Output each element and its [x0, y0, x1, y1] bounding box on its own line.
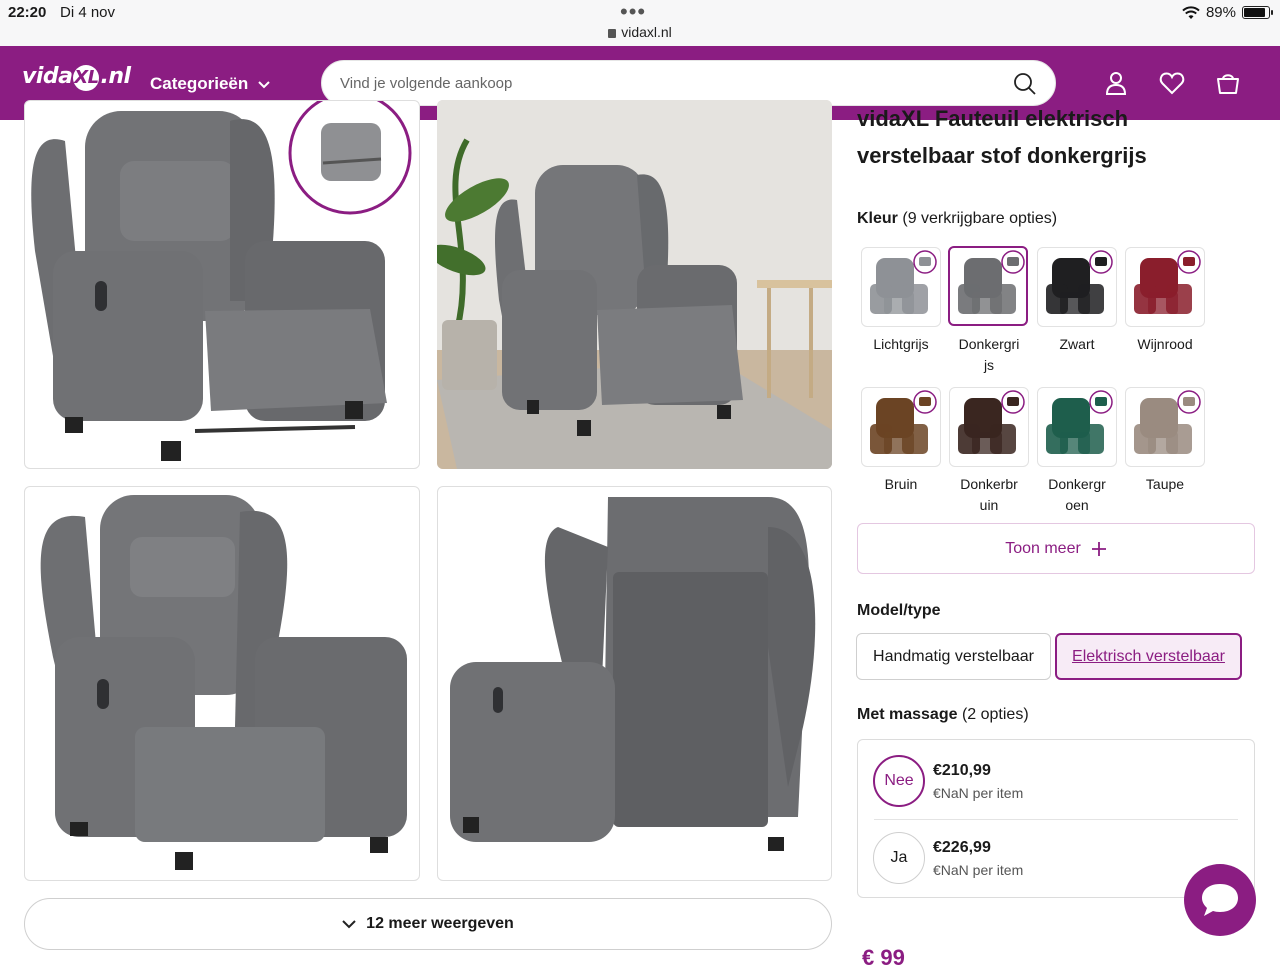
url-text: vidaxl.nl [621, 24, 672, 40]
chair-thumbnail [1134, 390, 1201, 454]
heart-icon[interactable] [1159, 70, 1185, 96]
account-icon[interactable] [1103, 70, 1129, 96]
chat-bubble-icon [1202, 884, 1238, 916]
chair-thumbnail [958, 390, 1025, 454]
product-title: vidaXL Fauteuil elektrisch verstelbaar s… [857, 100, 1257, 174]
status-right: 89% [1182, 4, 1273, 21]
price-nee: €210,99 [933, 762, 991, 779]
color-swatch[interactable] [1037, 247, 1117, 327]
chair-thumbnail [870, 390, 937, 454]
battery-percentage: 89% [1205, 4, 1236, 21]
divider [874, 819, 1238, 820]
categories-label: Categorieën [150, 74, 249, 93]
show-more-images-button[interactable]: 12 meer weergeven [24, 898, 832, 950]
categories-menu[interactable]: Categorieën [150, 74, 270, 94]
lock-icon [608, 29, 617, 38]
address-bar[interactable]: vidaxl.nl [0, 24, 1280, 40]
massage-label: Met massage (2 opties) [857, 706, 1029, 723]
chevron-down-icon [342, 920, 356, 929]
color-swatch[interactable] [1037, 387, 1117, 467]
massage-option-nee-circle[interactable]: Nee [873, 755, 925, 807]
color-swatch-label: Donkerbr uin [960, 476, 1018, 513]
price-peek: € 99 [862, 945, 905, 970]
wifi-icon [1182, 5, 1200, 19]
show-more-images-label: 12 meer weergeven [366, 915, 514, 932]
plus-icon [1091, 541, 1106, 556]
product-image-3[interactable] [24, 486, 420, 881]
model-label: Model/type [857, 602, 941, 619]
chair-thumbnail [1134, 250, 1201, 314]
status-date: Di 4 nov [60, 4, 116, 21]
search-icon[interactable] [1013, 72, 1037, 96]
show-more-colors-label: Toon meer [1005, 539, 1081, 557]
color-label: Kleur (9 verkrijgbare opties) [857, 210, 1058, 227]
color-swatch-label: Zwart [1059, 336, 1095, 352]
massage-option-ja-circle[interactable]: Ja [873, 832, 925, 884]
chair-thumbnail [1046, 390, 1113, 454]
status-time: 22:20 [8, 4, 47, 21]
product-image-1[interactable] [24, 100, 420, 469]
unit-price-ja: €NaN per item [933, 862, 1024, 878]
status-bar: 22:20 Di 4 nov ••• vidaxl.nl 89% [0, 0, 1280, 46]
color-swatch-label: Lichtgrijs [873, 336, 929, 352]
product-title-line2: verstelbaar stof donkergrijs [857, 143, 1147, 168]
price-ja: €226,99 [933, 839, 991, 856]
chair-thumbnail [958, 250, 1025, 314]
color-swatch-label: Wijnrood [1137, 336, 1193, 352]
chevron-down-icon [258, 81, 270, 89]
unit-price-nee: €NaN per item [933, 785, 1024, 801]
search-placeholder: Vind je volgende aankoop [340, 75, 513, 92]
color-swatch[interactable] [1125, 247, 1205, 327]
color-swatch-label: Donkergr oen [1048, 476, 1106, 513]
chair-thumbnail [1046, 250, 1113, 314]
product-image-4[interactable] [437, 486, 832, 881]
color-swatch-label: Taupe [1145, 476, 1185, 492]
chair-reclined-image [31, 101, 412, 461]
product-image-2[interactable] [437, 100, 832, 469]
color-swatch[interactable] [948, 246, 1028, 326]
color-swatch[interactable] [861, 387, 941, 467]
product-title-line1: vidaXL Fauteuil elektrisch [857, 106, 1129, 131]
chair-thumbnail [870, 250, 937, 314]
cart-icon[interactable] [1215, 70, 1241, 96]
color-swatch[interactable] [861, 247, 941, 327]
battery-icon [1242, 6, 1273, 19]
chat-button[interactable] [1184, 864, 1256, 936]
color-swatch-label: Bruin [884, 476, 918, 492]
chair-back-image [450, 497, 816, 851]
chair-room-image [437, 100, 832, 469]
color-swatch-label: Donkergri js [958, 336, 1020, 373]
site-logo[interactable]: vida XL.nl [22, 64, 131, 91]
more-dots-icon[interactable]: ••• [620, 0, 646, 25]
color-swatch[interactable] [1125, 387, 1205, 467]
model-option-electric[interactable]: Elektrisch verstelbaar [1055, 633, 1242, 680]
color-swatch[interactable] [949, 387, 1029, 467]
show-more-colors-button[interactable]: Toon meer [857, 523, 1255, 574]
model-option-manual[interactable]: Handmatig verstelbaar [856, 633, 1051, 680]
chair-front-image [40, 495, 407, 870]
